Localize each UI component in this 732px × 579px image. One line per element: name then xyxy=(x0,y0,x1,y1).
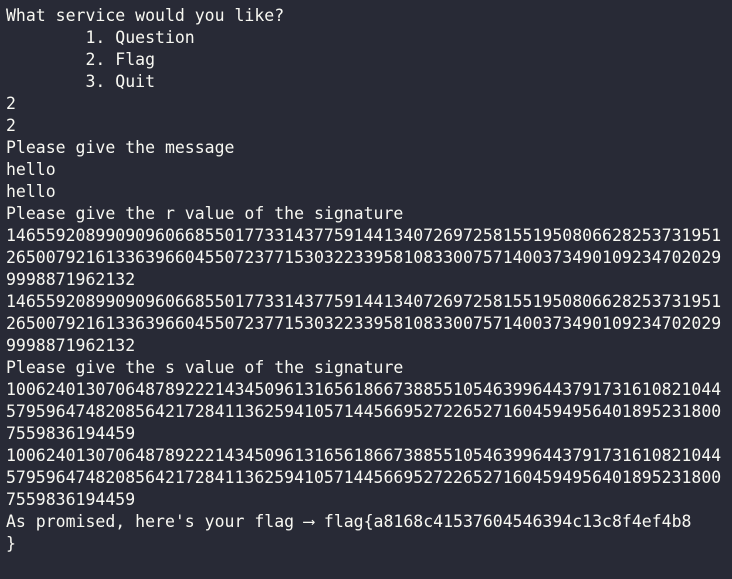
user-input-r-value: 1465592089909096066855017733143775914413… xyxy=(6,226,722,245)
echo-s-value: 1006240130706487892221434509613165618667… xyxy=(6,446,722,465)
user-input-s-value: 5795964748208564217284113625941057144566… xyxy=(6,402,722,421)
echo-s-value: 7559836194459 xyxy=(6,490,136,509)
echo-r-value: 1465592089909096066855017733143775914413… xyxy=(6,292,722,311)
prompt-message: Please give the message xyxy=(6,138,235,157)
echo-r-value: 9998871962132 xyxy=(6,336,136,355)
echo-r-value: 2650079216133639660455072377153032233958… xyxy=(6,314,722,333)
echo-s-value: 5795964748208564217284113625941057144566… xyxy=(6,468,722,487)
user-input-message: hello xyxy=(6,160,56,179)
flag-output-closing-brace: } xyxy=(6,534,16,553)
user-input-r-value: 9998871962132 xyxy=(6,270,136,289)
echo-message: hello xyxy=(6,182,56,201)
terminal-window[interactable]: What service would you like? 1. Question… xyxy=(0,0,732,579)
user-input-choice: 2 xyxy=(6,94,16,113)
user-input-s-value: 7559836194459 xyxy=(6,424,136,443)
menu-option-question: 1. Question xyxy=(6,28,195,47)
prompt-s-value: Please give the s value of the signature xyxy=(6,358,404,377)
prompt-service-menu: What service would you like? xyxy=(6,6,285,25)
menu-option-quit: 3. Quit xyxy=(6,72,156,91)
user-input-r-value: 2650079216133639660455072377153032233958… xyxy=(6,248,722,267)
menu-option-flag: 2. Flag xyxy=(6,50,156,69)
echo-choice: 2 xyxy=(6,116,16,135)
prompt-r-value: Please give the r value of the signature xyxy=(6,204,404,223)
flag-output: As promised, here's your flag ⟶ flag{a81… xyxy=(6,512,692,531)
user-input-s-value: 1006240130706487892221434509613165618667… xyxy=(6,380,722,399)
